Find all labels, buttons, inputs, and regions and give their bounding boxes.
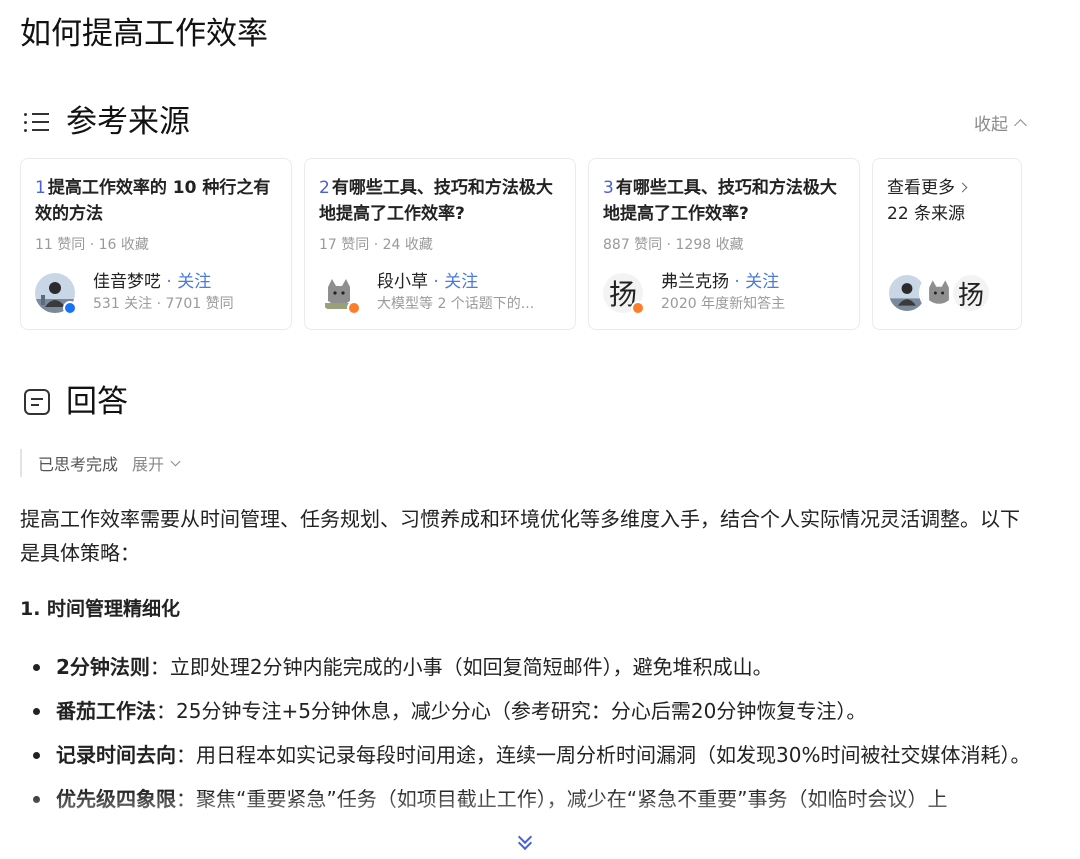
source-card-2[interactable]: 2 有哪些工具、技巧和方法极大地提高了工作效率? 17 赞同 · 24 收藏 段…	[304, 158, 576, 330]
see-more-sources-card[interactable]: 查看更多 22 条来源 扬	[872, 158, 1022, 330]
source-card-author: 段小草 · 关注 大模型等 2 个话题下的...	[319, 271, 557, 315]
answer-heading: 回答	[66, 384, 128, 420]
author-description: 大模型等 2 个话题下的...	[377, 296, 535, 312]
answer-section-title: 1. 时间管理精细化	[20, 598, 181, 620]
source-number: 2	[319, 178, 330, 198]
verified-badge-icon	[63, 301, 77, 315]
source-card-stats: 887 赞同 · 1298 收藏	[603, 237, 744, 253]
see-more-label: 查看更多	[887, 178, 955, 198]
follow-link[interactable]: · 关注	[428, 272, 478, 292]
source-card-title: 1 提高工作效率的 10 种行之有效的方法	[35, 178, 271, 224]
thinking-status: 已思考完成 展开	[20, 449, 181, 477]
source-card-stats: 11 赞同 · 16 收藏	[35, 237, 149, 253]
author-name[interactable]: 佳音梦呓	[93, 272, 161, 292]
collapse-sources-button[interactable]: 收起	[974, 110, 1027, 135]
source-card-author: 扬 弗兰克扬 · 关注 2020 年度新知答主	[603, 271, 841, 315]
chevron-right-icon	[957, 182, 968, 193]
page: 如何提高工作效率 参考来源 收起 1 提高工作效率的 10 种行之有效的方法 11…	[0, 0, 1080, 859]
list-icon	[22, 107, 52, 137]
page-title: 如何提高工作效率	[20, 16, 268, 52]
thinking-status-label: 已思考完成	[38, 455, 119, 474]
avatar[interactable]: 扬	[603, 273, 645, 315]
chevron-down-icon	[170, 456, 181, 466]
sources-header: 参考来源	[22, 102, 190, 142]
avatar-stack: 扬	[887, 273, 991, 313]
answer-header: 回答	[22, 382, 128, 422]
answer-intro: 提高工作效率需要从时间管理、任务规划、习惯养成和环境优化等多维度入手，结合个人实…	[20, 507, 1020, 565]
avatar[interactable]	[319, 273, 361, 315]
chevron-up-icon	[1014, 119, 1027, 132]
list-item: 番茄工作法：25分钟专注+5分钟休息，减少分心（参考研究：分心后需20分钟恢复专…	[0, 694, 1040, 728]
source-card-title: 2 有哪些工具、技巧和方法极大地提高了工作效率?	[319, 178, 553, 224]
source-card-title: 3 有哪些工具、技巧和方法极大地提高了工作效率?	[603, 178, 837, 224]
source-card-1[interactable]: 1 提高工作效率的 10 种行之有效的方法 11 赞同 · 16 收藏 佳音梦呓…	[20, 158, 292, 330]
expand-thinking-button[interactable]: 展开	[132, 451, 181, 475]
source-count: 22 条来源	[887, 204, 966, 224]
document-icon	[22, 387, 52, 417]
source-number: 3	[603, 178, 614, 198]
follow-link[interactable]: · 关注	[161, 272, 211, 292]
list-item: 2分钟法则：立即处理2分钟内能完成的小事（如回复简短邮件），避免堆积成山。	[0, 650, 1040, 684]
collapse-label: 收起	[974, 115, 1008, 135]
list-item: 优先级四象限：聚焦“重要紧急”任务（如项目截止工作），减少在“紧急不重要”事务（…	[0, 782, 1040, 816]
source-number: 1	[35, 178, 46, 198]
source-card-stats: 17 赞同 · 24 收藏	[319, 237, 433, 253]
list-item: 记录时间去向：用日程本如实记录每段时间用途，连续一周分析时间漏洞（如发现30%时…	[0, 738, 1040, 772]
author-description: 2020 年度新知答主	[661, 296, 786, 312]
author-name[interactable]: 弗兰克扬	[661, 272, 729, 292]
avatar[interactable]	[35, 273, 77, 315]
answer-bullet-list: 2分钟法则：立即处理2分钟内能完成的小事（如回复简短邮件），避免堆积成山。 番茄…	[0, 650, 1040, 826]
source-card-3[interactable]: 3 有哪些工具、技巧和方法极大地提高了工作效率? 887 赞同 · 1298 收藏…	[588, 158, 860, 330]
follow-link[interactable]: · 关注	[729, 272, 779, 292]
avatar-character: 扬	[953, 275, 989, 311]
sources-heading: 参考来源	[66, 104, 190, 140]
source-card-author: 佳音梦呓 · 关注 531 关注 · 7701 赞同	[35, 271, 273, 315]
author-name[interactable]: 段小草	[377, 272, 428, 292]
source-cards: 1 提高工作效率的 10 种行之有效的方法 11 赞同 · 16 收藏 佳音梦呓…	[20, 158, 1022, 330]
achievement-badge-icon	[631, 301, 645, 315]
avatar: 扬	[951, 273, 991, 313]
achievement-badge-icon	[347, 301, 361, 315]
scroll-down-icon[interactable]	[516, 829, 534, 852]
author-description: 531 关注 · 7701 赞同	[93, 296, 234, 312]
